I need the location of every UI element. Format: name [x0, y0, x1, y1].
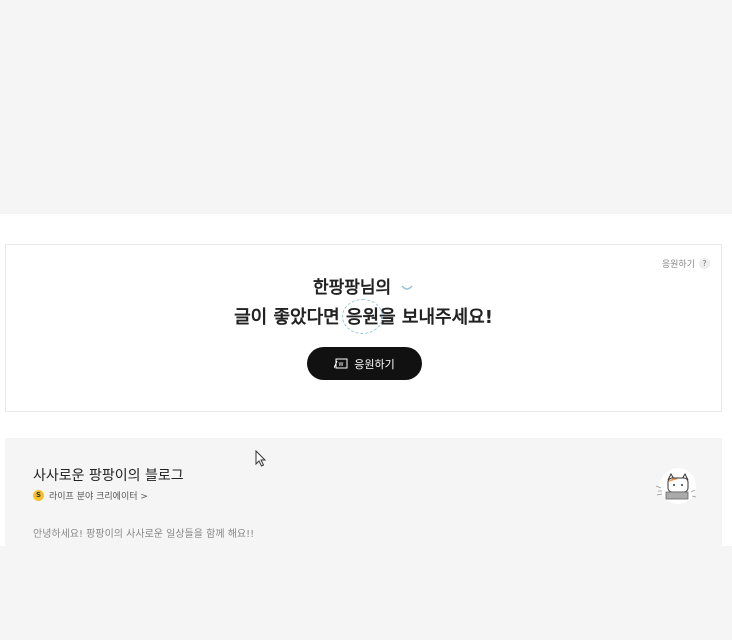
support-button[interactable]: W 응원하기	[307, 347, 422, 380]
support-headline-line2: 글이 좋았다면 응원 을 보내주세요!	[6, 299, 721, 334]
mouse-cursor-icon	[255, 450, 267, 467]
author-name-text: 한팡팡님의	[312, 278, 392, 298]
creator-category-label: 라이프 분야 크리에이터 >	[49, 492, 148, 502]
highlight-circle-decoration	[341, 299, 384, 334]
top-background	[0, 0, 732, 214]
support-help-link[interactable]: 응원하기 ?	[662, 257, 710, 270]
bottom-background	[0, 546, 732, 640]
creator-badge-icon: S	[33, 490, 44, 501]
headline-prefix: 글이 좋았다면	[234, 307, 346, 328]
support-help-label: 응원하기	[661, 260, 695, 270]
headline-suffix: 을 보내주세요!	[379, 307, 493, 328]
svg-text:W: W	[339, 362, 344, 368]
question-icon[interactable]: ?	[699, 258, 710, 269]
mascot-icon[interactable]	[652, 466, 698, 506]
blog-title[interactable]: 사사로운 팡팡이의 블로그	[33, 465, 184, 485]
smile-icon	[401, 285, 413, 290]
blog-description: 안녕하세요! 팡팡이의 사사로운 일상들을 함께 해요!!	[33, 529, 255, 540]
support-headline-line1: 한팡팡님의	[6, 273, 721, 298]
support-card: 응원하기 ? 한팡팡님의 글이 좋았다면 응원 을 보내주세요! W 응원하기	[5, 244, 722, 412]
headline-highlight: 응원	[341, 299, 384, 334]
blog-info-card: 사사로운 팡팡이의 블로그 S 라이프 분야 크리에이터 > 안녕하세요! 팡팡…	[5, 438, 722, 546]
support-button-label: 응원하기	[354, 357, 395, 371]
coin-icon: W	[334, 358, 348, 369]
creator-category-link[interactable]: S 라이프 분야 크리에이터 >	[33, 489, 148, 502]
